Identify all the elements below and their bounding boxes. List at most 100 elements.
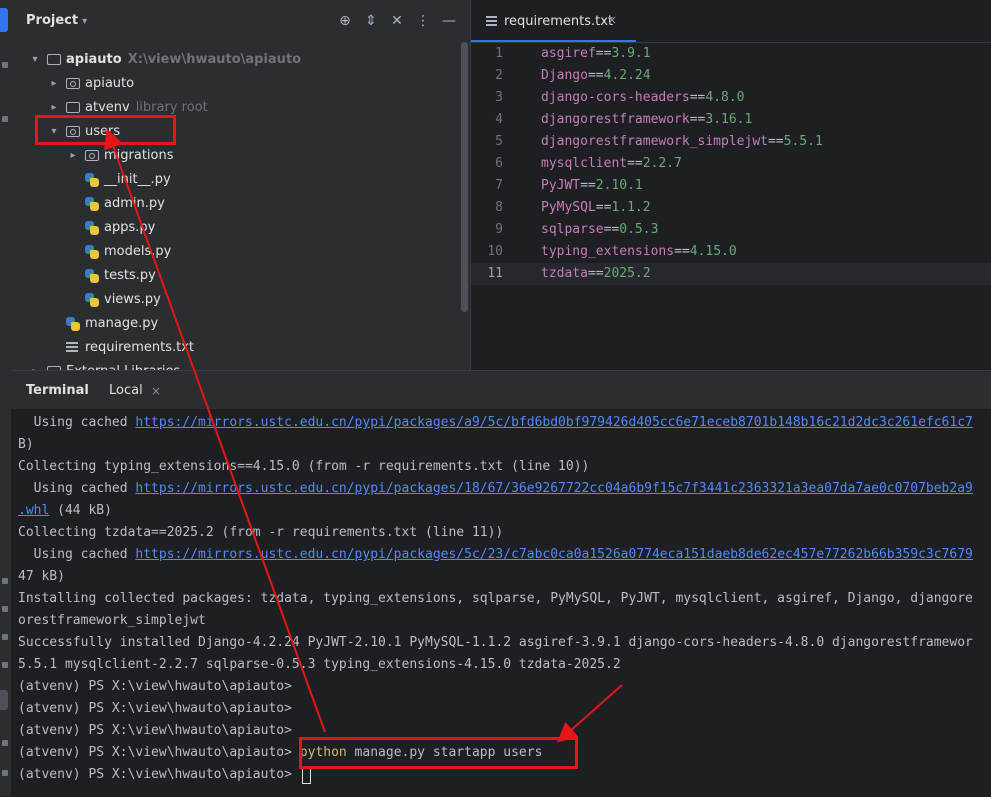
terminal-line: Successfully installed Django-4.2.24 PyJ… [18,635,973,650]
terminal-line: Using cached https://mirrors.ustc.edu.cn… [18,547,973,562]
tool-icon[interactable] [2,634,8,640]
terminal-tool-icon[interactable] [0,690,8,710]
line-number: 7 [495,178,503,193]
project-tool-icon[interactable] [0,8,8,32]
tool-icon[interactable] [2,740,8,746]
code-line[interactable]: 6 mysqlclient==2.2.7 [471,153,991,175]
tree-item-hint: X:\view\hwauto\apiauto [127,52,302,67]
expand-icon[interactable]: ⇕ [362,12,380,30]
tree-item-label: requirements.txt [85,340,195,355]
code-line[interactable]: 8 PyMySQL==1.1.2 [471,197,991,219]
line-number: 4 [495,112,503,127]
line-number: 5 [495,134,503,149]
terminal-line: Using cached https://mirrors.ustc.edu.cn… [18,415,973,430]
tree-item[interactable]: ▾ apiauto X:\view\hwauto\apiauto [11,48,461,72]
code-line[interactable]: 1 asgiref==3.9.1 [471,43,991,65]
tree-item[interactable]: admin.py [11,192,461,216]
tree-item[interactable]: tests.py [11,264,461,288]
tab-local[interactable]: Local [109,383,143,398]
tree-item-label: admin.py [104,196,165,211]
python-file-icon [85,221,99,235]
tool-icon[interactable] [2,578,8,584]
tree-item-label: apiauto [85,76,135,91]
code-line[interactable]: 5 djangorestframework_simplejwt==5.5.1 [471,131,991,153]
code-line[interactable]: 4 djangorestframework==3.16.1 [471,109,991,131]
line-text: PyMySQL==1.1.2 [541,200,651,215]
link[interactable]: https://mirrors.ustc.edu.cn/pypi/package… [135,415,972,430]
terminal-line: Installing collected packages: tzdata, t… [18,591,973,606]
project-header: Project ▾ ⊕ ⇕ ✕ ⋮ — [11,0,470,44]
terminal-line: .whl (44 kB) [18,503,112,518]
line-number: 9 [495,222,503,237]
close-icon[interactable]: × [151,384,161,398]
folder-icon [47,54,61,65]
code-line[interactable]: 3 django-cors-headers==4.8.0 [471,87,991,109]
terminal-line: B) [18,437,34,452]
link[interactable]: https://mirrors.ustc.edu.cn/pypi/package… [135,481,972,496]
terminal-line: Collecting tzdata==2025.2 (from -r requi… [18,525,504,540]
tree-item[interactable]: __init__.py [11,168,461,192]
tree-item[interactable]: ▸ migrations [11,144,461,168]
tool-icon[interactable] [2,62,8,68]
line-number: 6 [495,156,503,171]
terminal-line: (atvenv) PS X:\view\hwauto\apiauto> [18,723,292,738]
tree-item[interactable]: requirements.txt [11,336,461,360]
code-line[interactable]: 7 PyJWT==2.10.1 [471,175,991,197]
text-file-icon [66,342,78,353]
more-icon[interactable]: ⋮ [414,12,432,30]
line-number: 8 [495,200,503,215]
terminal-line: 5.5.1 mysqlclient-2.2.7 sqlparse-0.5.3 t… [18,657,621,672]
tree-item-label: manage.py [85,316,159,331]
tree-item[interactable]: manage.py [11,312,461,336]
python-file-icon [85,293,99,307]
editor-tab-label: requirements.txt [504,14,614,29]
tool-icon[interactable] [2,606,8,612]
tree-item[interactable]: models.py [11,240,461,264]
link[interactable]: https://mirrors.ustc.edu.cn/pypi/package… [135,547,972,562]
chevron-down-icon[interactable]: ▾ [29,48,41,72]
line-text: django-cors-headers==4.8.0 [541,90,745,105]
chevron-right-icon[interactable]: ▸ [67,144,79,168]
tree-item-label: apps.py [104,220,156,235]
line-number: 1 [495,46,503,61]
line-text: tzdata==2025.2 [541,266,651,281]
line-text: asgiref==3.9.1 [541,46,651,61]
code-line[interactable]: 2 Django==4.2.24 [471,65,991,87]
tool-icon[interactable] [2,662,8,668]
terminal-title: Terminal [26,383,89,398]
terminal-line: 47 kB) [18,569,65,584]
collapse-icon[interactable]: ✕ [388,12,406,30]
project-title-label: Project [26,13,79,28]
project-title[interactable]: Project ▾ [26,13,87,28]
line-text: djangorestframework_simplejwt==5.5.1 [541,134,823,149]
code-line[interactable]: 11 tzdata==2025.2 [471,263,991,285]
tree-item[interactable]: ▸ External Libraries [11,360,461,370]
minimize-icon[interactable]: — [440,12,458,30]
code-line[interactable]: 10 typing_extensions==4.15.0 [471,241,991,263]
chevron-right-icon[interactable]: ▸ [29,360,41,370]
tree-item[interactable]: apps.py [11,216,461,240]
tree-item-label: __init__.py [104,172,171,187]
chevron-down-icon: ▾ [82,16,88,27]
line-text: PyJWT==2.10.1 [541,178,643,193]
close-icon[interactable]: × [607,13,617,27]
tree-item-label: migrations [104,148,174,163]
terminal-line: (atvenv) PS X:\view\hwauto\apiauto> [18,764,311,786]
line-number: 11 [487,266,503,281]
python-file-icon [85,173,99,187]
tree-item-label: models.py [104,244,172,259]
line-number: 10 [487,244,503,259]
tree-item[interactable]: views.py [11,288,461,312]
tool-icon[interactable] [2,116,8,122]
code-line[interactable]: 9 sqlparse==0.5.3 [471,219,991,241]
link[interactable]: .whl [18,503,49,518]
chevron-right-icon[interactable]: ▸ [48,72,60,96]
crosshair-icon[interactable]: ⊕ [336,12,354,30]
tree-item[interactable]: ▸ apiauto [11,72,461,96]
line-text: typing_extensions==4.15.0 [541,244,737,259]
line-text: djangorestframework==3.16.1 [541,112,753,127]
terminal-panel: Terminal Local × Using cached https://mi… [11,370,991,797]
tool-icon[interactable] [2,770,8,776]
editor-tab[interactable]: requirements.txt × [471,0,636,42]
scrollbar[interactable] [461,42,468,312]
